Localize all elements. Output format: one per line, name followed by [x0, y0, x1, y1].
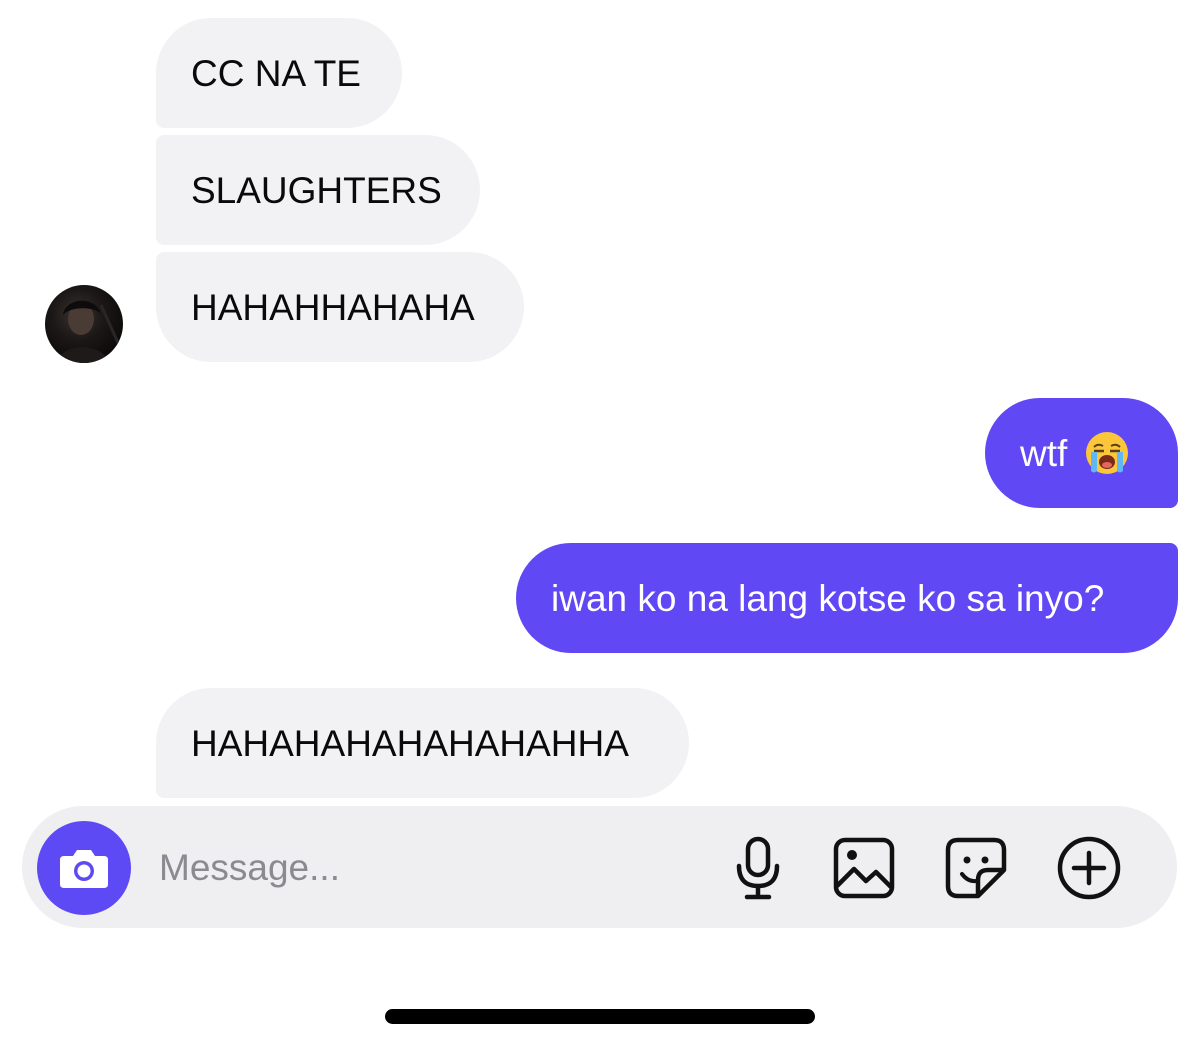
message-text: SLAUGHTERS	[191, 169, 442, 211]
crying-face-emoji	[1086, 432, 1129, 474]
message-text: HAHAHHAHAHA	[191, 286, 475, 328]
more-options-button[interactable]	[1055, 834, 1123, 902]
message-bubble[interactable]: CC NA TE	[156, 18, 402, 128]
message-text: wtf	[1020, 432, 1068, 474]
message-input[interactable]	[157, 836, 701, 900]
plus-icon	[1057, 836, 1121, 900]
message-bubble[interactable]: HAHAHHAHAHA	[156, 252, 524, 362]
message-composer	[22, 806, 1177, 928]
home-indicator[interactable]	[385, 1009, 815, 1024]
avatar-photo	[57, 300, 121, 363]
microphone-icon	[736, 836, 780, 900]
message-bubble[interactable]: HAHAHAHAHAHAHAHHA	[156, 688, 689, 798]
camera-icon	[60, 850, 108, 888]
avatar[interactable]	[45, 285, 123, 363]
message-text: iwan ko na lang kotse ko sa inyo?	[551, 577, 1105, 619]
message-text: HAHAHAHAHAHAHAHHA	[191, 722, 629, 764]
message-bubble[interactable]: SLAUGHTERS	[156, 135, 480, 245]
sticker-button[interactable]	[942, 834, 1010, 902]
message-text: CC NA TE	[191, 52, 361, 94]
message-bubble[interactable]: iwan ko na lang kotse ko sa inyo?	[516, 543, 1178, 653]
gallery-button[interactable]	[830, 834, 898, 902]
microphone-button[interactable]	[724, 834, 792, 902]
sticker-icon	[945, 837, 1007, 899]
message-bubble[interactable]: wtf	[985, 398, 1178, 508]
gallery-icon	[833, 837, 895, 899]
camera-button[interactable]	[37, 821, 131, 915]
